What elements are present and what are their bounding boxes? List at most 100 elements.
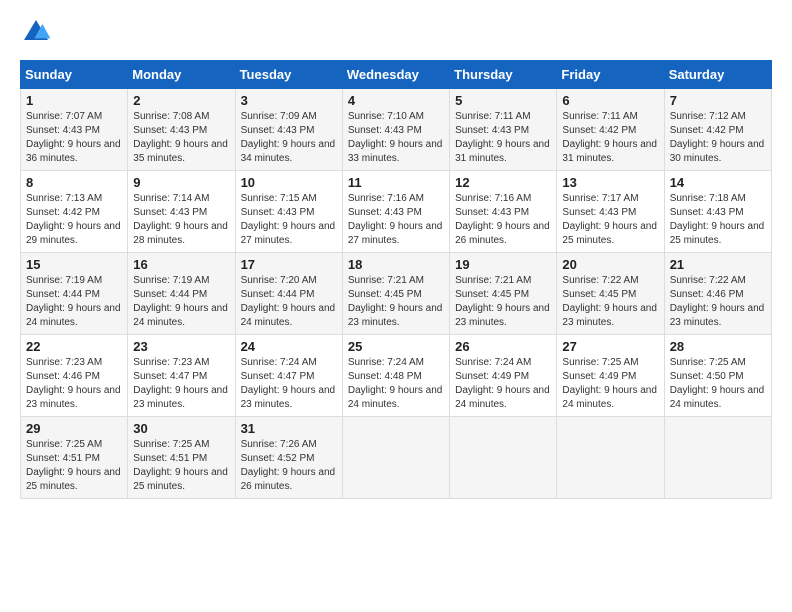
week-row-2: 8 Sunrise: 7:13 AMSunset: 4:42 PMDayligh…	[21, 171, 772, 253]
day-number: 22	[26, 339, 122, 354]
day-number: 26	[455, 339, 551, 354]
header-day-sunday: Sunday	[21, 61, 128, 89]
header-day-saturday: Saturday	[664, 61, 771, 89]
day-info: Sunrise: 7:26 AMSunset: 4:52 PMDaylight:…	[241, 438, 337, 494]
day-info: Sunrise: 7:24 AMSunset: 4:47 PMDaylight:…	[241, 356, 337, 412]
day-number: 12	[455, 175, 551, 190]
day-info: Sunrise: 7:19 AMSunset: 4:44 PMDaylight:…	[26, 274, 122, 330]
day-number: 4	[348, 93, 444, 108]
calendar-cell: 2 Sunrise: 7:08 AMSunset: 4:43 PMDayligh…	[128, 89, 235, 171]
calendar-cell: 14 Sunrise: 7:18 AMSunset: 4:43 PMDaylig…	[664, 171, 771, 253]
calendar-header: SundayMondayTuesdayWednesdayThursdayFrid…	[21, 61, 772, 89]
calendar-cell: 18 Sunrise: 7:21 AMSunset: 4:45 PMDaylig…	[342, 253, 449, 335]
header-day-monday: Monday	[128, 61, 235, 89]
week-row-1: 1 Sunrise: 7:07 AMSunset: 4:43 PMDayligh…	[21, 89, 772, 171]
calendar-cell: 10 Sunrise: 7:15 AMSunset: 4:43 PMDaylig…	[235, 171, 342, 253]
calendar-cell: 29 Sunrise: 7:25 AMSunset: 4:51 PMDaylig…	[21, 417, 128, 499]
day-info: Sunrise: 7:11 AMSunset: 4:43 PMDaylight:…	[455, 110, 551, 166]
day-info: Sunrise: 7:19 AMSunset: 4:44 PMDaylight:…	[133, 274, 229, 330]
calendar-cell: 25 Sunrise: 7:24 AMSunset: 4:48 PMDaylig…	[342, 335, 449, 417]
day-info: Sunrise: 7:24 AMSunset: 4:48 PMDaylight:…	[348, 356, 444, 412]
day-number: 2	[133, 93, 229, 108]
calendar-cell: 13 Sunrise: 7:17 AMSunset: 4:43 PMDaylig…	[557, 171, 664, 253]
calendar-cell: 15 Sunrise: 7:19 AMSunset: 4:44 PMDaylig…	[21, 253, 128, 335]
header-day-tuesday: Tuesday	[235, 61, 342, 89]
day-info: Sunrise: 7:21 AMSunset: 4:45 PMDaylight:…	[455, 274, 551, 330]
day-number: 28	[670, 339, 766, 354]
day-number: 19	[455, 257, 551, 272]
calendar-cell: 27 Sunrise: 7:25 AMSunset: 4:49 PMDaylig…	[557, 335, 664, 417]
day-info: Sunrise: 7:11 AMSunset: 4:42 PMDaylight:…	[562, 110, 658, 166]
day-info: Sunrise: 7:15 AMSunset: 4:43 PMDaylight:…	[241, 192, 337, 248]
calendar-cell: 3 Sunrise: 7:09 AMSunset: 4:43 PMDayligh…	[235, 89, 342, 171]
calendar-cell: 9 Sunrise: 7:14 AMSunset: 4:43 PMDayligh…	[128, 171, 235, 253]
calendar-body: 1 Sunrise: 7:07 AMSunset: 4:43 PMDayligh…	[21, 89, 772, 499]
calendar-cell: 26 Sunrise: 7:24 AMSunset: 4:49 PMDaylig…	[450, 335, 557, 417]
day-number: 24	[241, 339, 337, 354]
calendar-cell: 22 Sunrise: 7:23 AMSunset: 4:46 PMDaylig…	[21, 335, 128, 417]
day-number: 6	[562, 93, 658, 108]
calendar-cell: 16 Sunrise: 7:19 AMSunset: 4:44 PMDaylig…	[128, 253, 235, 335]
day-info: Sunrise: 7:13 AMSunset: 4:42 PMDaylight:…	[26, 192, 122, 248]
day-info: Sunrise: 7:09 AMSunset: 4:43 PMDaylight:…	[241, 110, 337, 166]
day-number: 15	[26, 257, 122, 272]
calendar-cell: 7 Sunrise: 7:12 AMSunset: 4:42 PMDayligh…	[664, 89, 771, 171]
day-number: 13	[562, 175, 658, 190]
day-number: 25	[348, 339, 444, 354]
day-info: Sunrise: 7:24 AMSunset: 4:49 PMDaylight:…	[455, 356, 551, 412]
day-number: 23	[133, 339, 229, 354]
calendar-cell: 19 Sunrise: 7:21 AMSunset: 4:45 PMDaylig…	[450, 253, 557, 335]
day-number: 27	[562, 339, 658, 354]
day-info: Sunrise: 7:16 AMSunset: 4:43 PMDaylight:…	[455, 192, 551, 248]
day-info: Sunrise: 7:22 AMSunset: 4:46 PMDaylight:…	[670, 274, 766, 330]
calendar-cell: 1 Sunrise: 7:07 AMSunset: 4:43 PMDayligh…	[21, 89, 128, 171]
calendar-cell: 11 Sunrise: 7:16 AMSunset: 4:43 PMDaylig…	[342, 171, 449, 253]
day-info: Sunrise: 7:23 AMSunset: 4:47 PMDaylight:…	[133, 356, 229, 412]
day-info: Sunrise: 7:21 AMSunset: 4:45 PMDaylight:…	[348, 274, 444, 330]
day-number: 20	[562, 257, 658, 272]
week-row-5: 29 Sunrise: 7:25 AMSunset: 4:51 PMDaylig…	[21, 417, 772, 499]
calendar-cell	[450, 417, 557, 499]
calendar-cell: 5 Sunrise: 7:11 AMSunset: 4:43 PMDayligh…	[450, 89, 557, 171]
day-number: 30	[133, 421, 229, 436]
day-info: Sunrise: 7:10 AMSunset: 4:43 PMDaylight:…	[348, 110, 444, 166]
day-info: Sunrise: 7:25 AMSunset: 4:49 PMDaylight:…	[562, 356, 658, 412]
day-number: 11	[348, 175, 444, 190]
day-info: Sunrise: 7:25 AMSunset: 4:51 PMDaylight:…	[133, 438, 229, 494]
calendar-cell: 12 Sunrise: 7:16 AMSunset: 4:43 PMDaylig…	[450, 171, 557, 253]
day-number: 7	[670, 93, 766, 108]
calendar-cell	[342, 417, 449, 499]
day-number: 10	[241, 175, 337, 190]
calendar-cell: 4 Sunrise: 7:10 AMSunset: 4:43 PMDayligh…	[342, 89, 449, 171]
day-info: Sunrise: 7:22 AMSunset: 4:45 PMDaylight:…	[562, 274, 658, 330]
week-row-4: 22 Sunrise: 7:23 AMSunset: 4:46 PMDaylig…	[21, 335, 772, 417]
calendar-cell: 20 Sunrise: 7:22 AMSunset: 4:45 PMDaylig…	[557, 253, 664, 335]
calendar-cell	[664, 417, 771, 499]
day-number: 16	[133, 257, 229, 272]
day-info: Sunrise: 7:07 AMSunset: 4:43 PMDaylight:…	[26, 110, 122, 166]
calendar-table: SundayMondayTuesdayWednesdayThursdayFrid…	[20, 60, 772, 499]
header-day-friday: Friday	[557, 61, 664, 89]
day-info: Sunrise: 7:08 AMSunset: 4:43 PMDaylight:…	[133, 110, 229, 166]
header-day-thursday: Thursday	[450, 61, 557, 89]
calendar-cell	[557, 417, 664, 499]
header-day-wednesday: Wednesday	[342, 61, 449, 89]
calendar-cell: 30 Sunrise: 7:25 AMSunset: 4:51 PMDaylig…	[128, 417, 235, 499]
logo-icon	[20, 16, 52, 48]
calendar-cell: 8 Sunrise: 7:13 AMSunset: 4:42 PMDayligh…	[21, 171, 128, 253]
day-info: Sunrise: 7:25 AMSunset: 4:50 PMDaylight:…	[670, 356, 766, 412]
day-number: 5	[455, 93, 551, 108]
calendar-cell: 6 Sunrise: 7:11 AMSunset: 4:42 PMDayligh…	[557, 89, 664, 171]
calendar-cell: 24 Sunrise: 7:24 AMSunset: 4:47 PMDaylig…	[235, 335, 342, 417]
day-number: 29	[26, 421, 122, 436]
day-info: Sunrise: 7:23 AMSunset: 4:46 PMDaylight:…	[26, 356, 122, 412]
day-info: Sunrise: 7:12 AMSunset: 4:42 PMDaylight:…	[670, 110, 766, 166]
header-row: SundayMondayTuesdayWednesdayThursdayFrid…	[21, 61, 772, 89]
day-number: 1	[26, 93, 122, 108]
day-info: Sunrise: 7:18 AMSunset: 4:43 PMDaylight:…	[670, 192, 766, 248]
day-number: 3	[241, 93, 337, 108]
day-number: 31	[241, 421, 337, 436]
day-info: Sunrise: 7:14 AMSunset: 4:43 PMDaylight:…	[133, 192, 229, 248]
day-number: 18	[348, 257, 444, 272]
calendar-cell: 23 Sunrise: 7:23 AMSunset: 4:47 PMDaylig…	[128, 335, 235, 417]
